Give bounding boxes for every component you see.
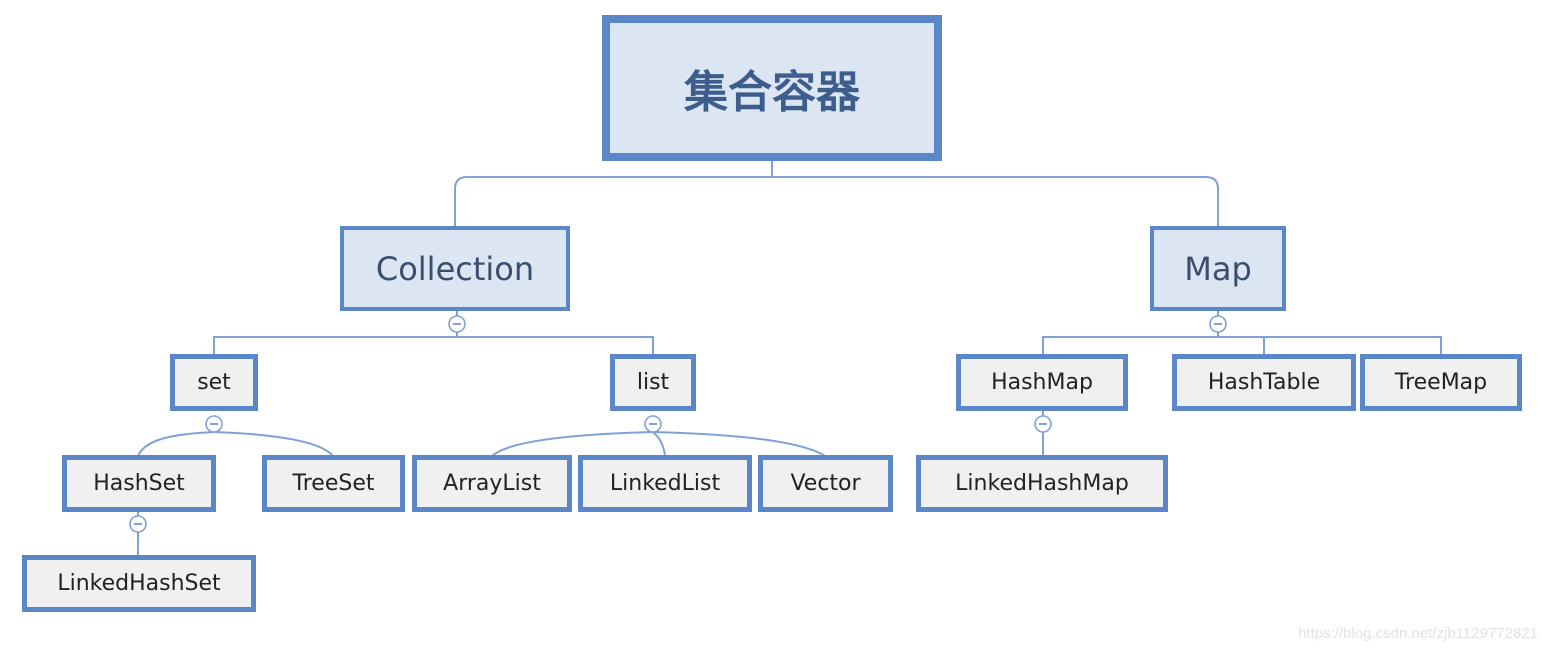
connector-set-hashset xyxy=(137,431,215,457)
connector-list-linkedlist xyxy=(652,431,666,457)
node-treeset[interactable]: TreeSet xyxy=(262,455,405,512)
connector-list-vector xyxy=(652,431,826,457)
connector-collection-bus xyxy=(213,336,654,355)
watermark: https://blog.csdn.net/zjb1129772821 xyxy=(1298,625,1538,642)
node-set[interactable]: set xyxy=(170,354,258,411)
node-vector[interactable]: Vector xyxy=(758,455,893,512)
connector-root-map xyxy=(772,176,1219,227)
node-linkedlist[interactable]: LinkedList xyxy=(578,455,752,512)
node-arraylist[interactable]: ArrayList xyxy=(412,455,572,512)
node-hashset[interactable]: HashSet xyxy=(62,455,216,512)
connector-map-bus xyxy=(1042,336,1442,355)
collapse-list-icon[interactable] xyxy=(644,415,662,433)
collapse-set-icon[interactable] xyxy=(205,415,223,433)
connector-list-arraylist xyxy=(491,431,654,457)
node-hashmap[interactable]: HashMap xyxy=(956,354,1128,411)
node-map[interactable]: Map xyxy=(1150,226,1286,311)
collapse-collection-icon[interactable] xyxy=(448,315,466,333)
connector-set-treeset xyxy=(213,431,334,457)
node-list[interactable]: list xyxy=(610,354,696,411)
node-hashtable[interactable]: HashTable xyxy=(1172,354,1356,411)
mind-map-canvas: 集合容器 Collection Map set list HashMap Has… xyxy=(0,0,1546,652)
node-collection[interactable]: Collection xyxy=(340,226,570,311)
collapse-map-icon[interactable] xyxy=(1209,315,1227,333)
connector-root-collection xyxy=(454,176,772,227)
node-treemap[interactable]: TreeMap xyxy=(1360,354,1522,411)
node-linkedhashmap[interactable]: LinkedHashMap xyxy=(916,455,1168,512)
collapse-hashset-icon[interactable] xyxy=(129,515,147,533)
node-root[interactable]: 集合容器 xyxy=(602,15,942,161)
collapse-hashmap-icon[interactable] xyxy=(1034,415,1052,433)
node-linkedhashset[interactable]: LinkedHashSet xyxy=(22,555,256,612)
